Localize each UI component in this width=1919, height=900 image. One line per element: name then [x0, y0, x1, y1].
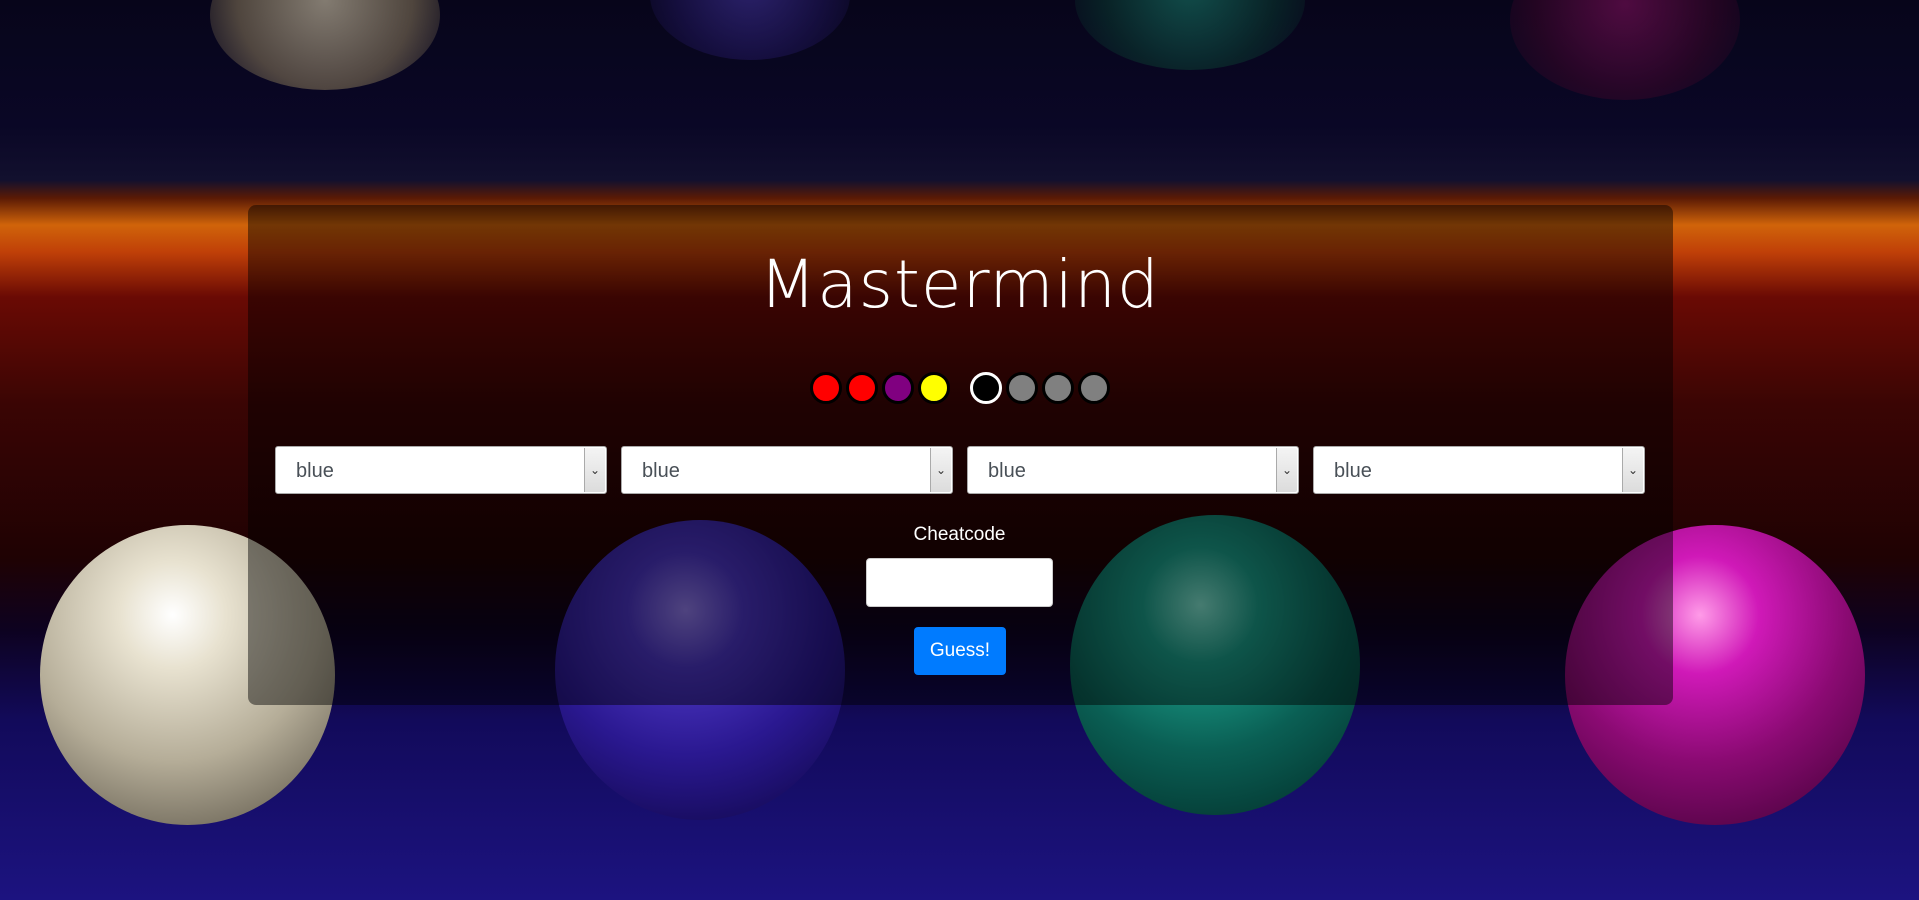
color-select-3[interactable]: blue ⌄	[967, 446, 1299, 494]
cheatcode-input[interactable]	[866, 558, 1053, 607]
guess-peg	[809, 372, 842, 404]
chevron-down-icon[interactable]: ⌄	[930, 448, 951, 492]
guess-peg	[845, 372, 878, 404]
result-peg	[969, 372, 1002, 404]
chevron-down-icon[interactable]: ⌄	[1622, 448, 1643, 492]
result-peg	[1041, 372, 1074, 404]
last-guess-row	[0, 372, 1919, 404]
color-selectors: blue ⌄ blue ⌄ blue ⌄ blue ⌄	[275, 446, 1645, 494]
chevron-down-icon[interactable]: ⌄	[1276, 448, 1297, 492]
select-value: blue	[642, 460, 680, 482]
guess-peg	[917, 372, 950, 404]
color-select-2[interactable]: blue ⌄	[621, 446, 953, 494]
select-value: blue	[988, 460, 1026, 482]
cheatcode-label: Cheatcode	[913, 524, 1006, 545]
result-peg	[1077, 372, 1110, 404]
color-select-1[interactable]: blue ⌄	[275, 446, 607, 494]
color-select-4[interactable]: blue ⌄	[1313, 446, 1645, 494]
guess-peg	[881, 372, 914, 404]
background-ball	[650, 0, 850, 60]
select-value: blue	[296, 460, 334, 482]
background-ball	[1510, 0, 1740, 100]
result-peg	[1005, 372, 1038, 404]
select-value: blue	[1334, 460, 1372, 482]
chevron-down-icon[interactable]: ⌄	[584, 448, 605, 492]
background-ball	[1075, 0, 1305, 70]
background-ball	[210, 0, 440, 90]
page-title: Mastermind	[759, 246, 1160, 323]
guess-button[interactable]: Guess!	[914, 627, 1006, 675]
